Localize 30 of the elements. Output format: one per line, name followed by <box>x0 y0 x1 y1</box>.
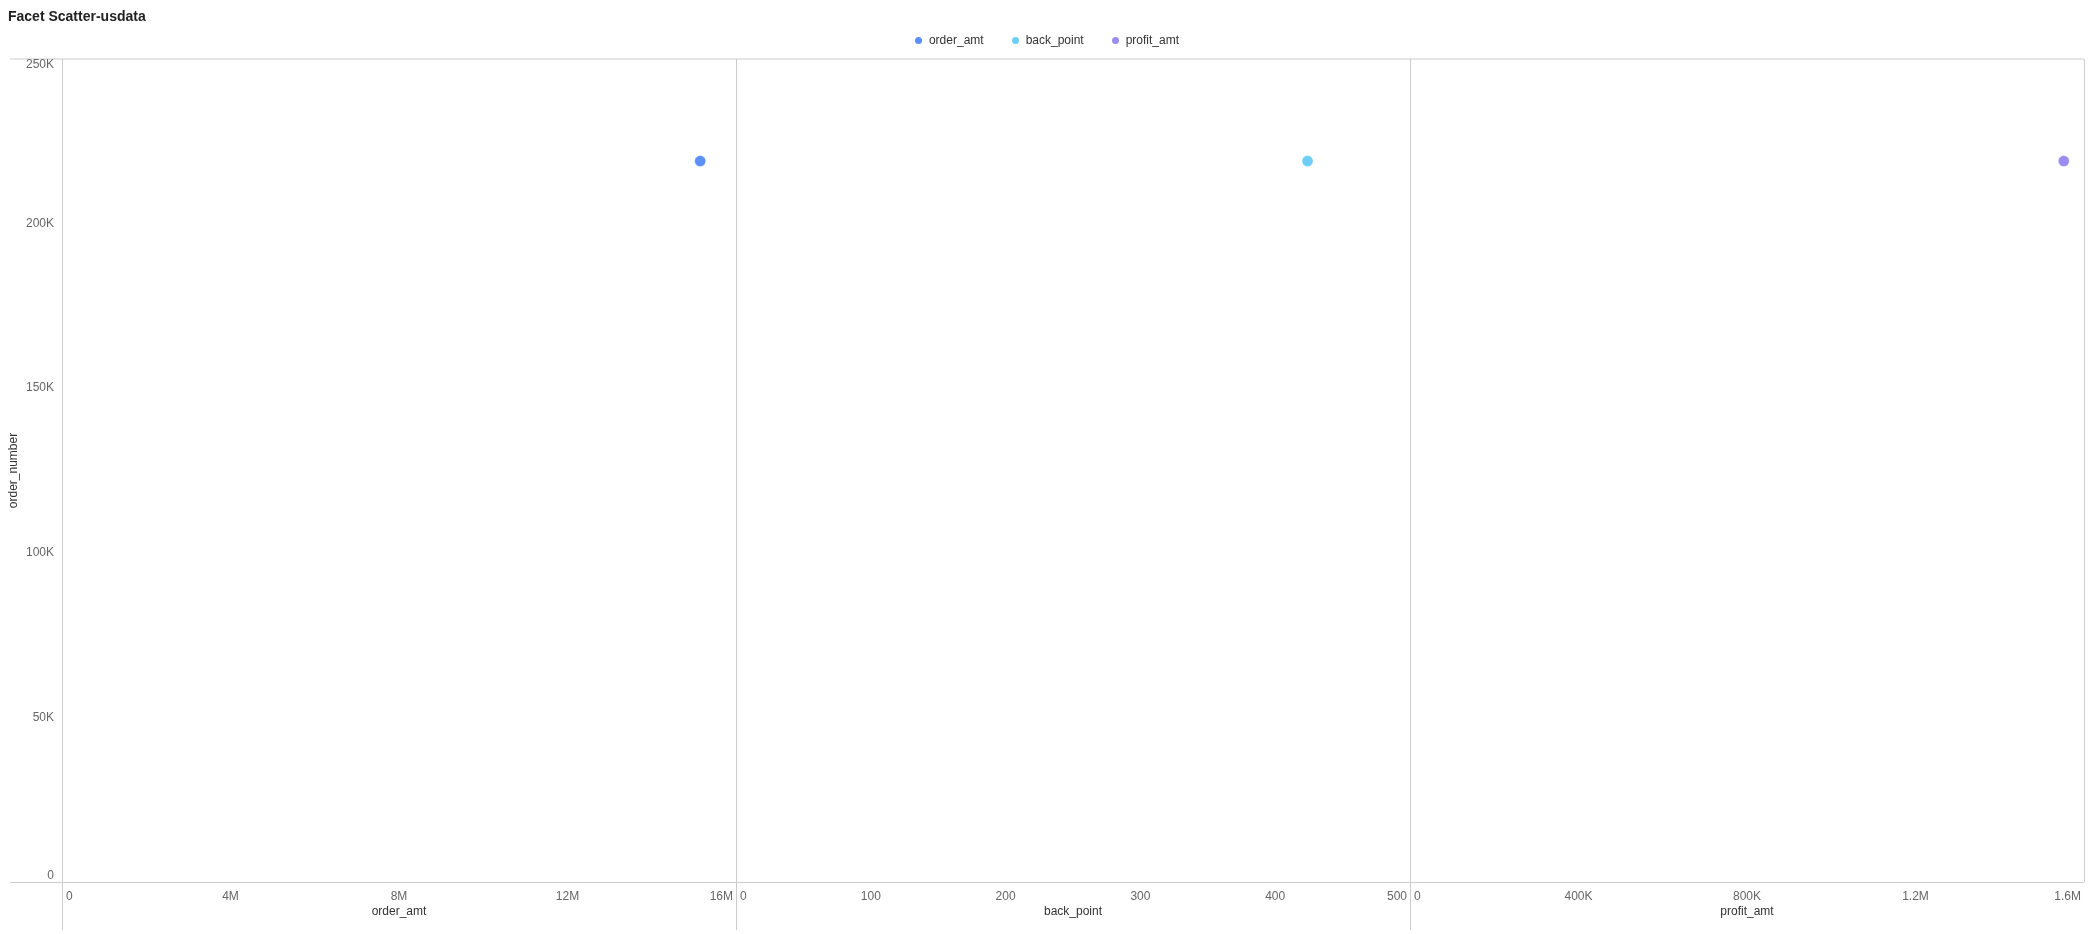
x-tick-label: 0 <box>740 889 747 904</box>
x-tick-label: 200 <box>995 889 1016 904</box>
legend-label[interactable]: back_point <box>1025 33 1084 47</box>
x-tick-label: 0 <box>66 889 73 904</box>
x-axis-label: back_point <box>1044 904 1102 919</box>
x-tick-label: 500 <box>1386 889 1407 904</box>
y-tick-label: 250K <box>25 57 54 72</box>
y-tick-label: 100K <box>25 544 54 559</box>
x-axis-label: order_amt <box>371 904 427 919</box>
x-tick-label: 100 <box>860 889 881 904</box>
y-tick-label: 50K <box>32 709 54 724</box>
chart-title: Facet Scatter-usdata <box>7 7 146 25</box>
x-tick-label: 1.6M <box>2054 889 2081 904</box>
x-tick-label: 0 <box>1414 889 1421 904</box>
x-tick-label: 4M <box>222 889 239 904</box>
y-tick-label: 200K <box>25 215 54 230</box>
x-tick-label: 12M <box>555 889 580 904</box>
y-axis-label: order_number <box>6 432 21 509</box>
x-tick-label: 400K <box>1564 889 1593 904</box>
x-axis-label: profit_amt <box>1720 904 1774 919</box>
legend-label[interactable]: order_amt <box>928 33 984 47</box>
x-tick-label: 400 <box>1265 889 1286 904</box>
y-tick-label: 0 <box>47 868 54 883</box>
x-tick-label: 800K <box>1733 889 1761 904</box>
y-tick-label: 150K <box>25 380 54 395</box>
x-tick-label: 300 <box>1130 889 1151 904</box>
x-tick-label: 1.2M <box>1902 889 1929 904</box>
x-tick-label: 16M <box>709 889 733 904</box>
legend-label[interactable]: profit_amt <box>1125 33 1180 47</box>
x-tick-label: 8M <box>390 889 408 904</box>
